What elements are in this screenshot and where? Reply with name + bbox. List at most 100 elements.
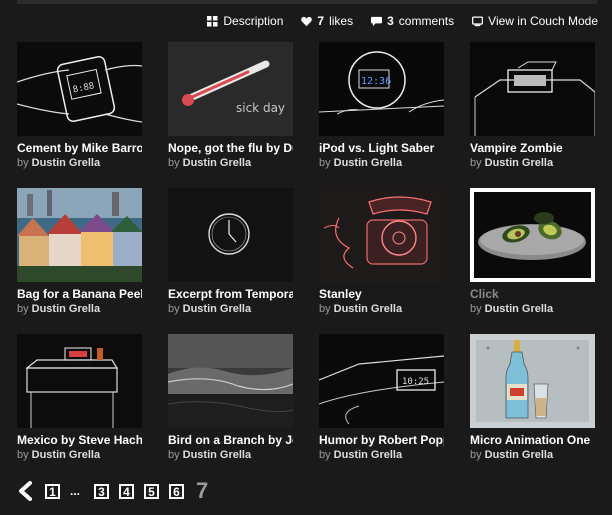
- by-label: by: [319, 449, 331, 461]
- video-title[interactable]: Nope, got the flu by Du: [168, 141, 293, 155]
- video-thumbnail-selected[interactable]: [470, 188, 595, 282]
- video-byline: by Dustin Grella: [17, 302, 142, 316]
- video-thumbnail[interactable]: [319, 188, 444, 282]
- by-label: by: [470, 303, 482, 315]
- author-link[interactable]: Dustin Grella: [183, 157, 251, 169]
- video-thumbnail[interactable]: [168, 188, 293, 282]
- couch-mode-label: View in Couch Mode: [488, 14, 598, 28]
- video-item[interactable]: 12:36 iPod vs. Light Saber by Dustin Grel…: [319, 42, 444, 188]
- by-label: by: [17, 449, 29, 461]
- thermometer-drawing: sick day: [168, 42, 293, 136]
- video-item[interactable]: Excerpt from Tempora by Dustin Grella: [168, 188, 293, 334]
- author-link[interactable]: Dustin Grella: [334, 449, 402, 461]
- video-byline: by Dustin Grella: [319, 156, 444, 170]
- rotary-phone-drawing: [319, 188, 444, 282]
- by-label: by: [319, 157, 331, 169]
- page-link-4[interactable]: 4: [119, 483, 135, 499]
- video-thumbnail[interactable]: [470, 334, 595, 428]
- page: Description 7 likes 3 comments View in C…: [0, 0, 612, 515]
- video-item[interactable]: 8:88 Cement by Mike Barro by Dustin Grell…: [17, 42, 142, 188]
- thumb-caption: sick day: [236, 101, 285, 115]
- video-byline: by Dustin Grella: [319, 448, 444, 462]
- page-link-6[interactable]: 6: [169, 483, 185, 499]
- video-byline: by Dustin Grella: [17, 448, 142, 462]
- video-thumbnail[interactable]: [470, 42, 595, 136]
- video-item[interactable]: Stanley by Dustin Grella: [319, 188, 444, 334]
- video-byline: by Dustin Grella: [168, 156, 293, 170]
- video-item[interactable]: Micro Animation One by Dustin Grella: [470, 334, 595, 480]
- landscape-painting: [168, 334, 293, 428]
- author-link[interactable]: Dustin Grella: [334, 303, 402, 315]
- description-label: Description: [223, 14, 284, 28]
- video-item[interactable]: Click by Dustin Grella: [470, 188, 595, 334]
- video-title[interactable]: Bird on a Branch by Jo: [168, 433, 293, 447]
- by-label: by: [168, 303, 180, 315]
- video-title[interactable]: Mexico by Steve Hach: [17, 433, 142, 447]
- video-thumbnail[interactable]: 8:88: [17, 42, 142, 136]
- houses-painting: [17, 188, 142, 282]
- author-link[interactable]: Dustin Grella: [485, 449, 553, 461]
- video-title[interactable]: Excerpt from Tempora: [168, 287, 293, 301]
- comments-link[interactable]: 3 comments: [371, 14, 454, 28]
- couch-mode-link[interactable]: View in Couch Mode: [472, 14, 598, 28]
- video-thumbnail[interactable]: [168, 334, 293, 428]
- video-title[interactable]: Click: [470, 287, 595, 301]
- video-item[interactable]: sick day Nope, got the flu by Du by Dusti…: [168, 42, 293, 188]
- page-link-3[interactable]: 3: [94, 483, 110, 499]
- author-link[interactable]: Dustin Grella: [32, 303, 100, 315]
- current-page: 7: [196, 478, 209, 503]
- video-thumbnail[interactable]: [17, 334, 142, 428]
- likes-label: likes: [329, 14, 354, 28]
- wristwatch-drawing: 8:88: [17, 42, 142, 136]
- author-link[interactable]: Dustin Grella: [485, 157, 553, 169]
- video-title[interactable]: Bag for a Banana Peel: [17, 287, 142, 301]
- video-item[interactable]: Bird on a Branch by Jo by Dustin Grella: [168, 334, 293, 480]
- top-divider: [17, 0, 597, 4]
- video-byline: by Dustin Grella: [470, 302, 595, 316]
- wall-clock-drawing: [168, 188, 293, 282]
- author-link[interactable]: Dustin Grella: [183, 303, 251, 315]
- by-label: by: [168, 449, 180, 461]
- video-title[interactable]: iPod vs. Light Saber: [319, 141, 444, 155]
- clock-radio-drawing: 12:36: [319, 42, 444, 136]
- video-grid: 8:88 Cement by Mike Barro by Dustin Grell…: [17, 42, 595, 480]
- heart-icon: [301, 16, 313, 26]
- page-link-1[interactable]: 1: [45, 483, 60, 499]
- thumb-clock-readout: 10:25: [402, 377, 429, 387]
- video-thumbnail[interactable]: sick day: [168, 42, 293, 136]
- video-title[interactable]: Vampire Zombie: [470, 141, 595, 155]
- page-link-5[interactable]: 5: [144, 483, 160, 499]
- video-actions: Description 7 likes 3 comments View in C…: [207, 12, 598, 30]
- pagination-ellipsis: ...: [70, 484, 81, 498]
- by-label: by: [470, 449, 482, 461]
- video-title[interactable]: Stanley: [319, 287, 444, 301]
- alarm-clock-drawing: 10:25: [319, 334, 444, 428]
- video-title[interactable]: Cement by Mike Barro: [17, 141, 142, 155]
- author-link[interactable]: Dustin Grella: [183, 449, 251, 461]
- by-label: by: [319, 303, 331, 315]
- chevron-left-icon[interactable]: [17, 481, 35, 501]
- video-item[interactable]: Bag for a Banana Peel by Dustin Grella: [17, 188, 142, 334]
- video-title[interactable]: Micro Animation One: [470, 433, 595, 447]
- video-title[interactable]: Humor by Robert Popp: [319, 433, 444, 447]
- speech-bubble-icon: [371, 16, 383, 26]
- by-label: by: [168, 157, 180, 169]
- video-thumbnail[interactable]: [17, 188, 142, 282]
- video-item[interactable]: Vampire Zombie by Dustin Grella: [470, 42, 595, 188]
- likes-link[interactable]: 7 likes: [301, 14, 353, 28]
- video-byline: by Dustin Grella: [17, 156, 142, 170]
- video-thumbnail[interactable]: 12:36: [319, 42, 444, 136]
- nightstand-clock-drawing: [470, 42, 595, 136]
- likes-count: 7: [317, 14, 325, 28]
- author-link[interactable]: Dustin Grella: [334, 157, 402, 169]
- author-link[interactable]: Dustin Grella: [32, 157, 100, 169]
- bottle-and-glass-drawing: [470, 334, 595, 428]
- video-thumbnail[interactable]: 10:25: [319, 334, 444, 428]
- video-item[interactable]: Mexico by Steve Hach by Dustin Grella: [17, 334, 142, 480]
- video-item[interactable]: 10:25 Humor by Robert Popp by Dustin Grel…: [319, 334, 444, 480]
- author-link[interactable]: Dustin Grella: [485, 303, 553, 315]
- comments-count: 3: [387, 14, 394, 28]
- description-link[interactable]: Description: [207, 14, 283, 28]
- author-link[interactable]: Dustin Grella: [32, 449, 100, 461]
- video-byline: by Dustin Grella: [470, 156, 595, 170]
